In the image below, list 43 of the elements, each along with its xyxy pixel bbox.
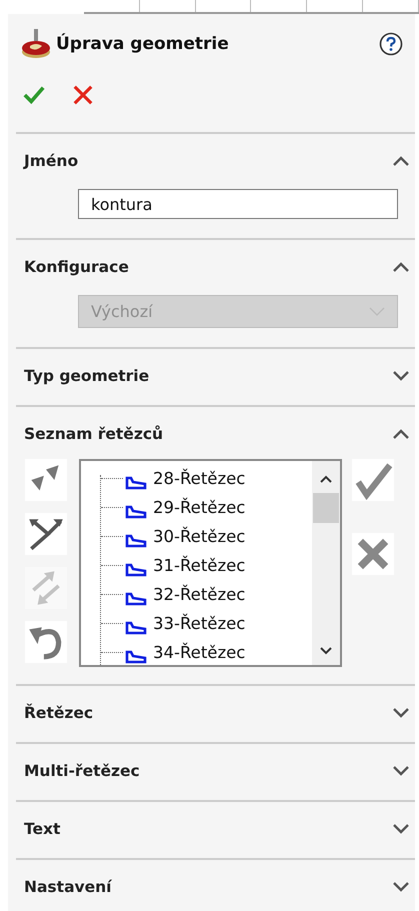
chain-icon [125, 620, 147, 634]
section-title[interactable]: Multi-řetězec [24, 762, 140, 780]
chain-item[interactable]: 31-Řetězec [153, 556, 246, 575]
triangles-icon[interactable] [25, 459, 67, 501]
milling-tool-icon [20, 28, 52, 60]
help-icon[interactable] [379, 32, 403, 56]
chain-icon [125, 592, 147, 606]
chain-item[interactable]: 34-Řetězec [153, 643, 246, 662]
section-title[interactable]: Seznam řetězců [24, 425, 164, 443]
expand-icon[interactable] [393, 882, 409, 892]
panel-title: Úprava geometrie [56, 34, 230, 54]
delete-icon[interactable] [352, 533, 394, 575]
ok-icon[interactable] [22, 84, 46, 106]
section-title[interactable]: Typ geometrie [24, 367, 150, 385]
chain-item[interactable]: 28-Řetězec [153, 469, 246, 488]
scroll-thumb[interactable] [313, 493, 339, 523]
chain-item[interactable]: 33-Řetězec [153, 614, 246, 633]
close-icon[interactable] [72, 84, 94, 106]
collapse-icon[interactable] [393, 156, 409, 166]
chain-item[interactable]: 29-Řetězec [153, 498, 246, 517]
chain-icon [125, 476, 147, 490]
scrollbar[interactable] [312, 461, 340, 665]
checkmark-icon[interactable] [352, 459, 394, 501]
split-arrows-icon[interactable] [25, 513, 67, 555]
chain-icon [125, 650, 147, 664]
expand-icon[interactable] [393, 824, 409, 834]
scroll-up-icon[interactable] [320, 475, 332, 483]
section-title[interactable]: Řetězec [24, 704, 94, 722]
name-field[interactable]: kontura [78, 189, 398, 219]
expand-icon[interactable] [393, 371, 409, 381]
chain-icon [125, 562, 147, 576]
chain-icon [125, 534, 147, 548]
expand-icon[interactable] [393, 708, 409, 718]
chain-item[interactable]: 30-Řetězec [153, 527, 246, 546]
section-title[interactable]: Text [24, 820, 60, 838]
chain-item[interactable]: 32-Řetězec [153, 585, 246, 604]
section-title[interactable]: Nastavení [24, 878, 112, 896]
scroll-down-icon[interactable] [320, 647, 332, 655]
chain-icon [125, 504, 147, 518]
collapse-icon[interactable] [393, 429, 409, 439]
undo-icon[interactable] [25, 621, 67, 663]
expand-icon[interactable] [393, 766, 409, 776]
section-title[interactable]: Jméno [24, 152, 78, 170]
